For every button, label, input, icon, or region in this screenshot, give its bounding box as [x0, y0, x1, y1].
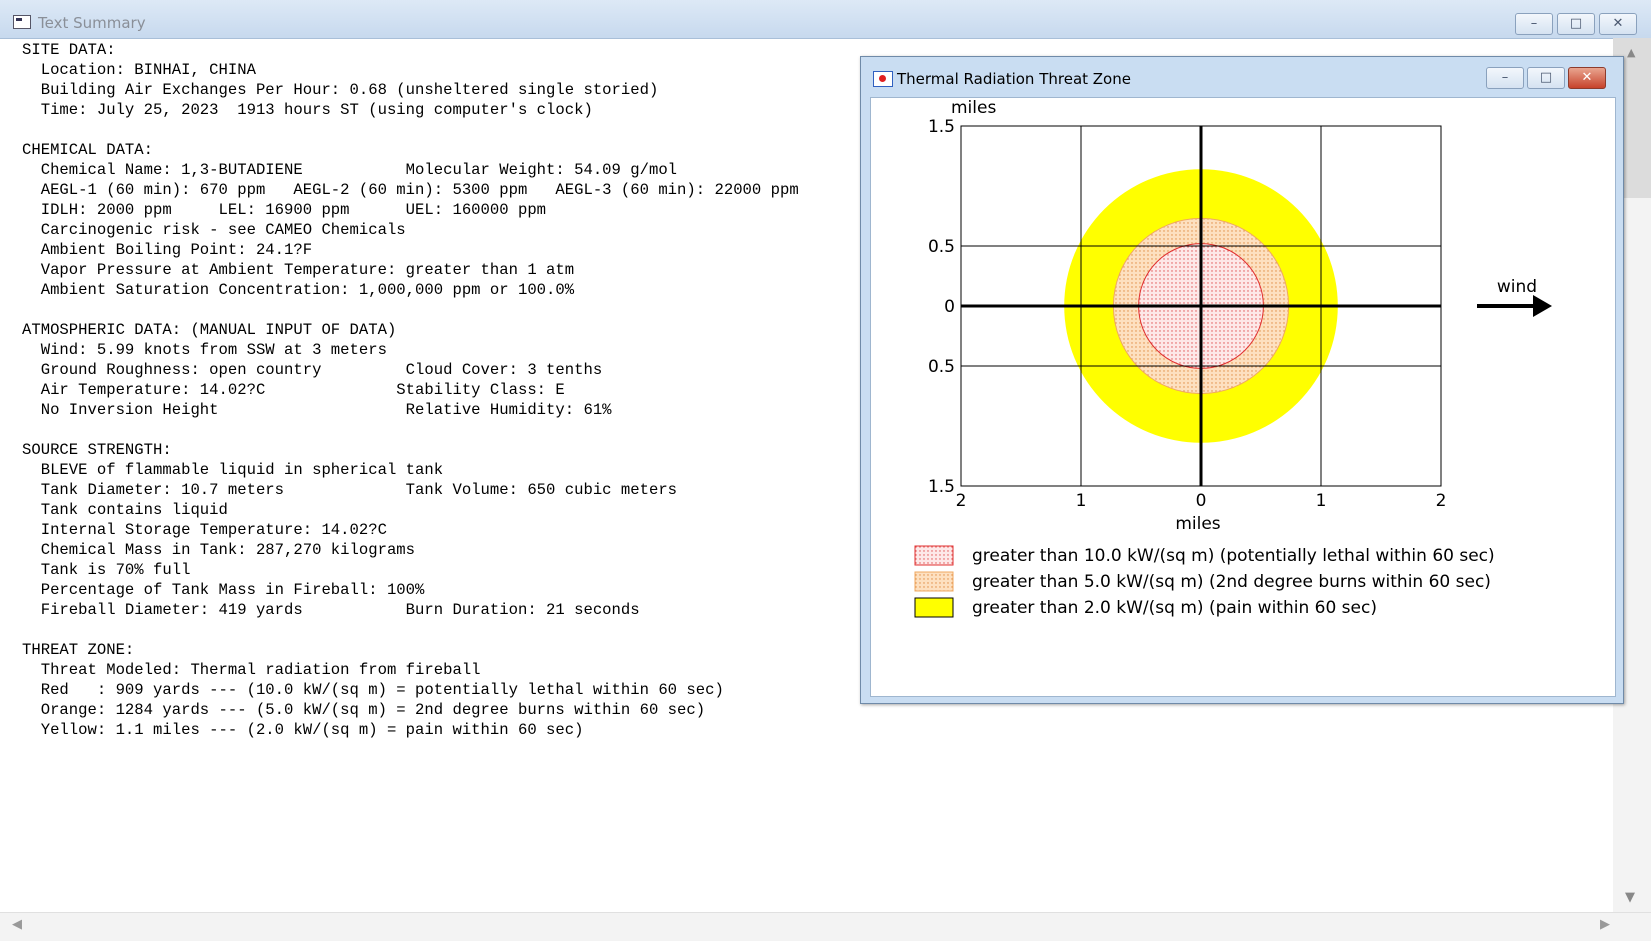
- x-axis-label: miles: [1175, 514, 1220, 534]
- scroll-up-icon[interactable]: ▲: [1627, 46, 1635, 59]
- chart-maximize-button[interactable]: □: [1527, 67, 1565, 89]
- y-axis-label: miles: [951, 98, 996, 118]
- summary-line: Chemical Mass in Tank: 287,270 kilograms: [22, 541, 416, 559]
- main-minimize-button[interactable]: –: [1515, 13, 1553, 35]
- main-window-title: Text Summary: [38, 14, 146, 32]
- chart-area: 2 1 0 1 2 1.5 0.5 0 0.5 1.5 miles miles wind grea…: [870, 97, 1616, 697]
- summary-line: IDLH: 2000 ppm LEL: 16900 ppm UEL: 16000…: [22, 201, 547, 219]
- summary-line: Ground Roughness: open country Cloud Cov…: [22, 361, 603, 379]
- legend-label: greater than 2.0 kW/(sq m) (pain within …: [972, 598, 1377, 618]
- scroll-down-icon[interactable]: ▼: [1625, 890, 1635, 905]
- summary-line: Yellow: 1.1 miles --- (2.0 kW/(sq m) = p…: [22, 721, 584, 739]
- scroll-left-icon[interactable]: ◀: [12, 917, 22, 932]
- y-tick-label: 0: [944, 297, 955, 317]
- x-tick-label: 2: [956, 491, 967, 511]
- x-tick-label: 0: [1196, 491, 1207, 511]
- chart-window-title: Thermal Radiation Threat Zone: [897, 70, 1131, 88]
- summary-line: THREAT ZONE:: [22, 641, 135, 659]
- summary-line: Tank contains liquid: [22, 501, 228, 519]
- summary-line: Carcinogenic risk - see CAMEO Chemicals: [22, 221, 406, 239]
- summary-line: Time: July 25, 2023 1913 hours ST (using…: [22, 101, 593, 119]
- chart-minimize-button[interactable]: –: [1486, 67, 1524, 89]
- summary-text: SITE DATA: Location: BINHAI, CHINA Build…: [22, 40, 799, 740]
- wind-label: wind: [1497, 277, 1537, 297]
- summary-line: CHEMICAL DATA:: [22, 141, 154, 159]
- summary-line: Fireball Diameter: 419 yards Burn Durati…: [22, 601, 640, 619]
- summary-line: Building Air Exchanges Per Hour: 0.68 (u…: [22, 81, 659, 99]
- wind-arrow-icon: [1477, 295, 1552, 317]
- legend-label: greater than 10.0 kW/(sq m) (potentially…: [972, 546, 1495, 566]
- scroll-right-icon[interactable]: ▶: [1600, 917, 1610, 932]
- threat-zone-app-icon: [873, 71, 893, 87]
- main-title-bar[interactable]: Text Summary – □ ✕: [0, 0, 1651, 39]
- summary-line: AEGL-1 (60 min): 670 ppm AEGL-2 (60 min)…: [22, 181, 799, 199]
- legend-swatch: [914, 571, 954, 592]
- x-tick-label: 2: [1436, 491, 1447, 511]
- summary-line: No Inversion Height Relative Humidity: 6…: [22, 401, 612, 419]
- threat-zone-window: Thermal Radiation Threat Zone – □ ✕ 2 1 0 1…: [860, 56, 1624, 704]
- summary-line: Red : 909 yards --- (10.0 kW/(sq m) = po…: [22, 681, 724, 699]
- horizontal-scrollbar[interactable]: ◀ ▶: [0, 912, 1651, 941]
- main-close-button[interactable]: ✕: [1599, 13, 1637, 35]
- y-tick-label: 0.5: [928, 237, 955, 257]
- x-tick-label: 1: [1316, 491, 1327, 511]
- summary-line: Threat Modeled: Thermal radiation from f…: [22, 661, 481, 679]
- summary-line: Orange: 1284 yards --- (5.0 kW/(sq m) = …: [22, 701, 706, 719]
- legend-swatch: [914, 597, 954, 618]
- summary-line: Wind: 5.99 knots from SSW at 3 meters: [22, 341, 387, 359]
- summary-line: Location: BINHAI, CHINA: [22, 61, 256, 79]
- summary-line: SITE DATA:: [22, 41, 116, 59]
- summary-line: Tank Diameter: 10.7 meters Tank Volume: …: [22, 481, 678, 499]
- summary-line: Ambient Boiling Point: 24.1?F: [22, 241, 313, 259]
- summary-line: Percentage of Tank Mass in Fireball: 100…: [22, 581, 425, 599]
- legend-label: greater than 5.0 kW/(sq m) (2nd degree b…: [972, 572, 1491, 592]
- summary-line: Chemical Name: 1,3-BUTADIENE Molecular W…: [22, 161, 678, 179]
- legend-swatch: [914, 545, 954, 566]
- summary-line: Internal Storage Temperature: 14.02?C: [22, 521, 387, 539]
- threat-zone-chart: 2 1 0 1 21.50.500.51.5 miles miles wind grea…: [914, 98, 1552, 618]
- y-tick-label: 1.5: [928, 477, 955, 497]
- summary-line: BLEVE of flammable liquid in spherical t…: [22, 461, 444, 479]
- summary-line: Air Temperature: 14.02?C Stability Class…: [22, 381, 565, 399]
- x-tick-label: 1: [1076, 491, 1087, 511]
- summary-line: ATMOSPHERIC DATA: (MANUAL INPUT OF DATA): [22, 321, 397, 339]
- summary-line: Vapor Pressure at Ambient Temperature: g…: [22, 261, 575, 279]
- app-icon: [13, 15, 31, 29]
- summary-line: Ambient Saturation Concentration: 1,000,…: [22, 281, 575, 299]
- main-maximize-button[interactable]: □: [1557, 13, 1595, 35]
- summary-line: SOURCE STRENGTH:: [22, 441, 172, 459]
- summary-line: Tank is 70% full: [22, 561, 191, 579]
- y-tick-label: 0.5: [928, 357, 955, 377]
- chart-close-button[interactable]: ✕: [1568, 67, 1606, 89]
- y-tick-label: 1.5: [928, 117, 955, 137]
